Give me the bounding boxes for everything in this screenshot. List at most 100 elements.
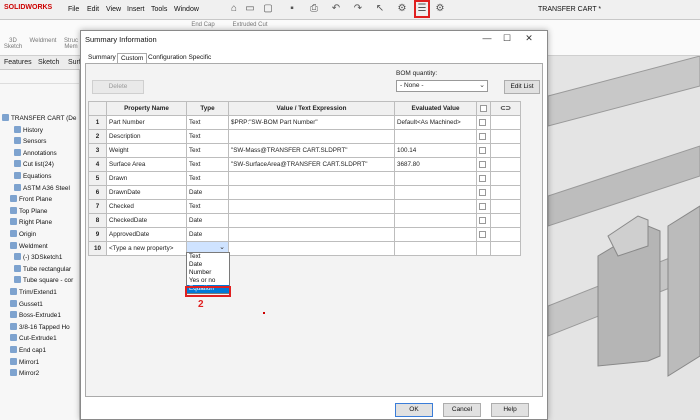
tree-item[interactable]: Top Plane [10,206,47,217]
type-cell[interactable]: Text [186,129,229,144]
row-checkbox-cell[interactable] [476,157,491,172]
close-icon[interactable]: ✕ [523,33,535,44]
link-icon[interactable]: ⊂⊃ [490,101,521,116]
row-checkbox-cell[interactable] [476,143,491,158]
value-cell[interactable] [228,241,395,256]
tree-item[interactable]: Sensors [14,137,46,147]
cmd-structural-member[interactable]: Struc Mem [62,38,80,50]
graphics-viewport[interactable] [547,55,700,420]
row-checkbox[interactable] [479,118,486,126]
type-option[interactable]: Date [187,261,229,269]
cmd-extruded-cut[interactable]: Extruded Cut [226,22,274,28]
tree-item[interactable]: Mirror2 [10,369,39,379]
type-cell[interactable]: Text [186,171,229,186]
tree-item[interactable]: Weldment [10,241,48,252]
tree-item[interactable]: Gusset1 [10,299,43,310]
menu-edit[interactable]: Edit [87,6,99,13]
row-checkbox-cell[interactable] [476,241,491,256]
row-checkbox-cell[interactable] [476,115,491,130]
tree-item[interactable]: Tube rectangular [14,264,71,275]
row-checkbox-cell[interactable] [476,171,491,186]
row-checkbox-cell[interactable] [476,129,491,144]
type-option[interactable]: Text [187,253,229,261]
value-cell[interactable] [228,129,395,144]
delete-button[interactable]: Delete [92,80,144,94]
menu-file[interactable]: File [68,6,79,13]
row-checkbox-cell[interactable] [476,199,491,214]
redo-icon[interactable]: ↷ [352,3,364,15]
save-icon[interactable]: ▪ [286,3,298,15]
tab-surfaces[interactable]: Surf [68,59,81,66]
value-cell[interactable]: "SW-Mass@TRANSFER CART.SLDPRT" [228,143,395,158]
value-cell[interactable] [228,185,395,200]
select-arrow-icon[interactable]: ↖ [374,3,386,15]
value-cell[interactable] [228,227,395,242]
value-cell[interactable]: $PRP:"SW-BOM Part Number" [228,115,395,130]
type-option[interactable]: Number [187,269,229,277]
type-cell[interactable]: Text [186,199,229,214]
property-name-cell[interactable]: CheckedDate [106,213,187,228]
tree-item[interactable]: 3/8-16 Tapped Ho [10,322,70,333]
property-name-cell[interactable]: Surface Area [106,157,187,172]
header-checkbox-box[interactable] [480,104,487,112]
row-checkbox[interactable] [479,202,486,210]
tree-item[interactable]: Annotations [14,148,57,159]
tree-item[interactable]: Cut-Extrude1 [10,334,57,344]
property-name-cell[interactable]: Weight [106,143,187,158]
value-cell[interactable]: "SW-SurfaceArea@TRANSFER CART.SLDPRT" [228,157,395,172]
type-cell[interactable]: Date [186,213,229,228]
tree-item[interactable]: Mirror1 [10,357,39,368]
type-cell[interactable]: Date [186,185,229,200]
row-checkbox[interactable] [479,188,486,196]
cmd-3d-sketch[interactable]: 3D Sketch [2,38,24,50]
property-name-cell[interactable]: Part Number [106,115,187,130]
tab-features[interactable]: Features [4,59,32,66]
property-name-cell[interactable]: Checked [106,199,187,214]
rebuild-icon[interactable]: ⚙ [396,3,408,15]
menu-window[interactable]: Window [174,6,199,13]
row-checkbox[interactable] [479,230,486,238]
type-cell[interactable]: Text [186,157,229,172]
row-checkbox[interactable] [479,216,486,224]
menu-tools[interactable]: Tools [151,6,167,13]
cmd-weldment[interactable]: Weldment [28,38,58,44]
property-name-cell[interactable]: DrawnDate [106,185,187,200]
row-checkbox-cell[interactable] [476,213,491,228]
open-folder-icon[interactable]: ▢ [262,3,274,15]
property-name-cell[interactable]: <Type a new property> [106,241,187,256]
tree-item[interactable]: (-) 3DSketch1 [14,253,62,263]
row-checkbox[interactable] [479,160,486,168]
type-cell[interactable]: Text [186,115,229,130]
menu-view[interactable]: View [106,6,121,13]
edit-list-button[interactable]: Edit List [504,80,540,94]
tree-item[interactable]: ASTM A36 Steel [14,183,70,194]
bom-quantity-select[interactable]: - None - ⌄ [396,80,488,92]
type-cell[interactable]: Date [186,227,229,242]
home-icon[interactable]: ⌂ [228,3,240,15]
tree-item[interactable]: Cut list(24) [14,160,54,170]
row-checkbox-cell[interactable] [476,227,491,242]
tree-item[interactable]: Tube square - cor [14,276,73,286]
property-name-cell[interactable]: Drawn [106,171,187,186]
tree-item[interactable]: TRANSFER CART (De [2,114,76,124]
type-cell[interactable]: Text [186,143,229,158]
row-checkbox[interactable] [479,146,486,154]
maximize-icon[interactable]: ☐ [501,33,513,44]
tree-item[interactable]: Origin [10,230,36,240]
property-name-cell[interactable]: ApprovedDate [106,227,187,242]
property-name-cell[interactable]: Description [106,129,187,144]
value-cell[interactable] [228,171,395,186]
tree-item[interactable]: Boss-Extrude1 [10,311,61,321]
value-cell[interactable] [228,213,395,228]
menu-insert[interactable]: Insert [127,6,145,13]
cancel-button[interactable]: Cancel [443,403,481,417]
ok-button[interactable]: OK [395,403,433,417]
tree-item[interactable]: Trim/Extend1 [10,288,57,298]
cmd-end-cap[interactable]: End Cap [188,22,218,28]
tree-item[interactable]: History [14,125,43,136]
tree-item[interactable]: Right Plane [10,218,52,228]
tree-item[interactable]: Equations [14,172,51,182]
print-icon[interactable]: ⎙ [308,3,320,15]
type-option[interactable]: Yes or no [187,277,229,285]
undo-icon[interactable]: ↶ [330,3,342,15]
